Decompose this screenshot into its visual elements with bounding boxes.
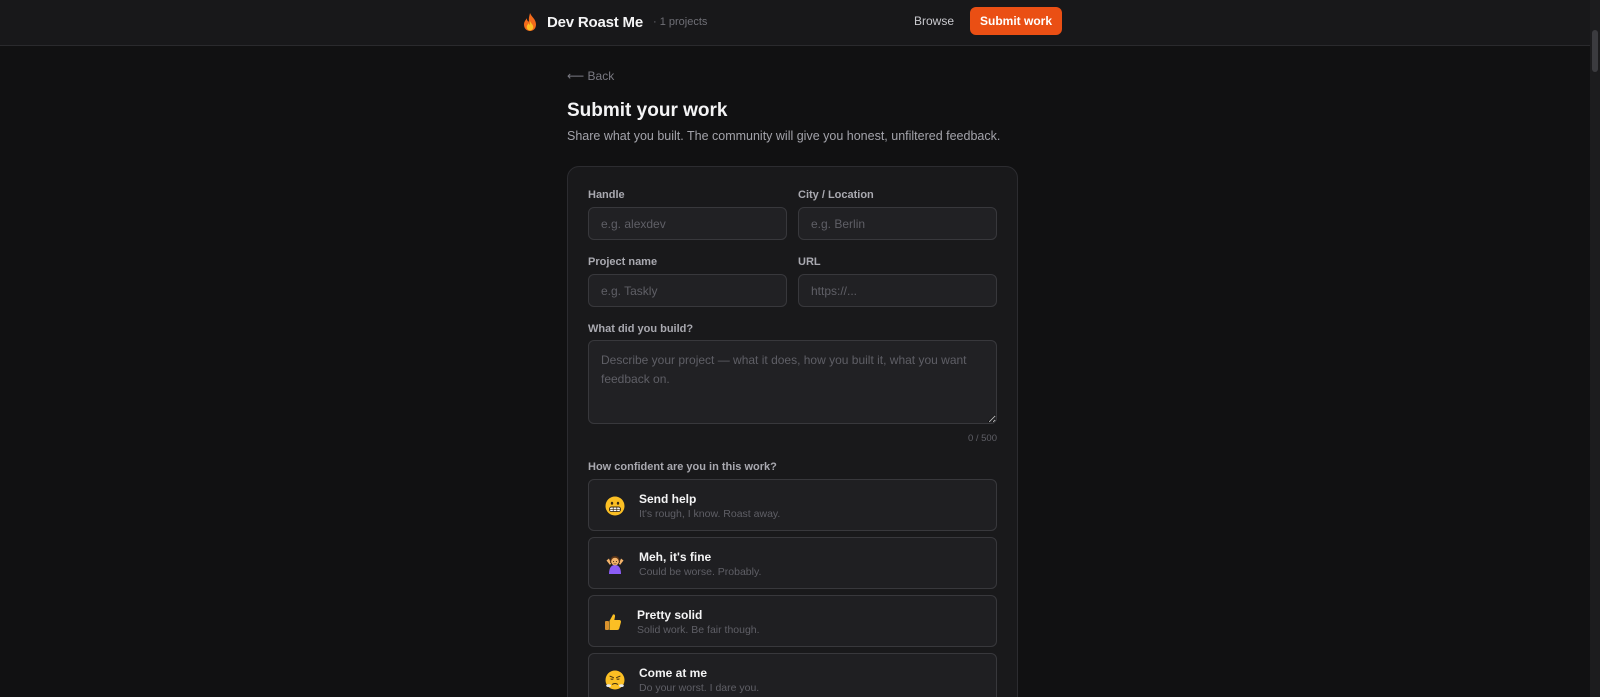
description-textarea[interactable] xyxy=(588,340,997,424)
submit-work-button[interactable]: Submit work xyxy=(970,7,1062,35)
project-name-input[interactable] xyxy=(588,274,787,307)
page-title: Submit your work xyxy=(567,100,728,121)
confidence-option-come-at-me[interactable]: Come at me Do your worst. I dare you. xyxy=(588,653,997,697)
option-description: Do your worst. I dare you. xyxy=(639,682,760,694)
fire-icon xyxy=(524,13,536,31)
scrollbar-track[interactable] xyxy=(1590,0,1600,697)
option-title: Send help xyxy=(639,492,697,506)
shrugging-person-icon xyxy=(606,556,624,574)
handle-input[interactable] xyxy=(588,207,787,240)
url-label: URL xyxy=(798,256,821,268)
browse-link[interactable]: Browse xyxy=(914,14,954,28)
scrollbar-thumb[interactable] xyxy=(1592,30,1598,72)
confidence-option-meh[interactable]: Meh, it's fine Could be worse. Probably. xyxy=(588,537,997,589)
thumbs-up-icon xyxy=(605,614,622,630)
project-name-label: Project name xyxy=(588,256,658,268)
project-count: · 1 projects xyxy=(652,16,708,28)
city-label: City / Location xyxy=(798,189,874,201)
option-description: Could be worse. Probably. xyxy=(639,566,762,578)
confidence-option-send-help[interactable]: Send help It's rough, I know. Roast away… xyxy=(588,479,997,531)
brand[interactable]: Dev Roast Me · 1 projects xyxy=(522,12,707,32)
option-description: Solid work. Be fair though. xyxy=(637,624,760,636)
city-input[interactable] xyxy=(798,207,997,240)
character-counter: 0 / 500 xyxy=(967,433,997,444)
confidence-label: How confident are you in this work? xyxy=(588,461,777,473)
confidence-option-pretty-solid[interactable]: Pretty solid Solid work. Be fair though. xyxy=(588,595,997,647)
brand-name: Dev Roast Me xyxy=(547,13,643,31)
page: Dev Roast Me · 1 projects Browse Submit … xyxy=(0,0,1600,697)
steaming-face-icon xyxy=(605,670,625,690)
option-title: Meh, it's fine xyxy=(639,550,712,564)
back-link[interactable]: ⟵ Back xyxy=(567,69,614,83)
handle-label: Handle xyxy=(588,189,625,201)
submit-form-card: Handle City / Location Project name URL … xyxy=(567,166,1018,697)
grimacing-face-icon xyxy=(605,496,625,516)
url-input[interactable] xyxy=(798,274,997,307)
option-description: It's rough, I know. Roast away. xyxy=(639,508,781,520)
page-subtitle: Share what you built. The community will… xyxy=(567,129,1001,143)
option-title: Come at me xyxy=(639,666,708,680)
description-label: What did you build? xyxy=(588,323,694,335)
option-title: Pretty solid xyxy=(637,608,703,622)
top-navigation-bar: Dev Roast Me · 1 projects Browse Submit … xyxy=(0,0,1590,46)
